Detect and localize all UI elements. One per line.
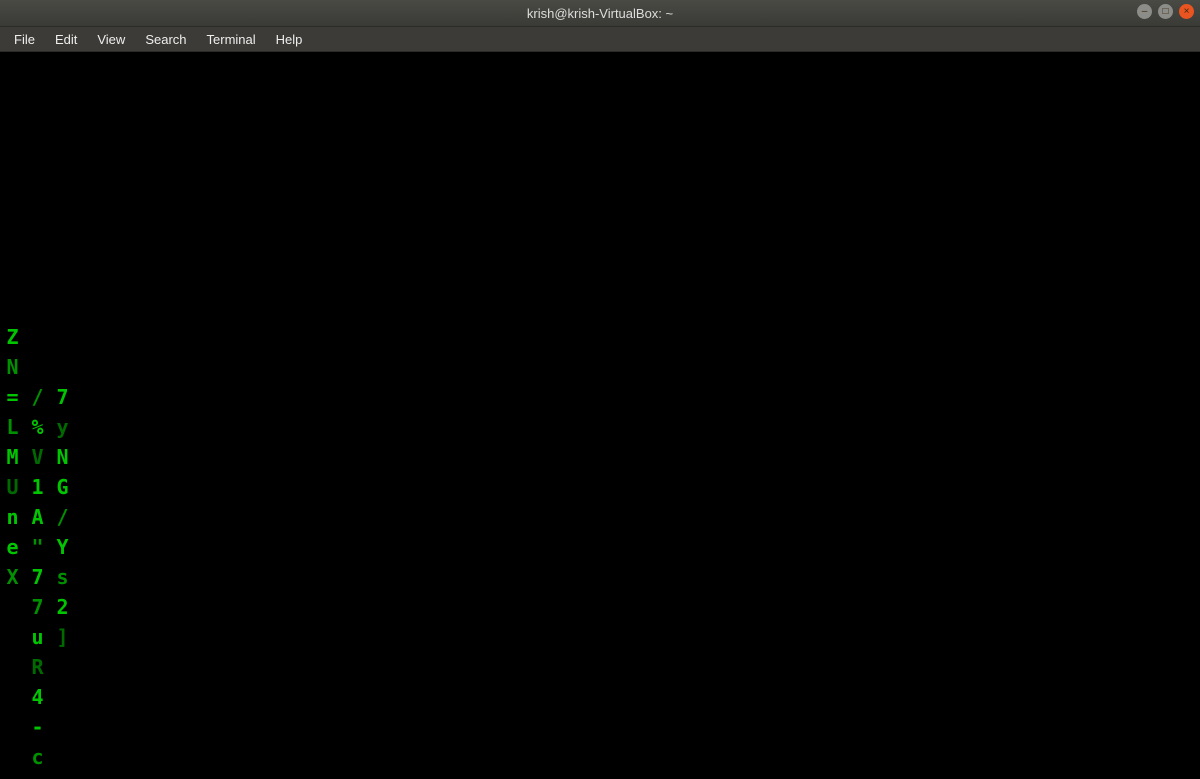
- matrix-char: y: [50, 412, 75, 442]
- matrix-char: X: [0, 562, 25, 592]
- matrix-char: 7: [50, 382, 75, 412]
- matrix-char: -: [25, 712, 50, 742]
- matrix-char: Z: [0, 322, 25, 352]
- matrix-char: G: [50, 472, 75, 502]
- matrix-char: ]: [50, 622, 75, 652]
- matrix-char: 7: [25, 592, 50, 622]
- matrix-char: M: [0, 442, 25, 472]
- matrix-char: N: [50, 442, 75, 472]
- matrix-char: /: [25, 382, 50, 412]
- matrix-char: 1: [25, 472, 50, 502]
- matrix-char: 7: [25, 562, 50, 592]
- matrix-char: U: [0, 472, 25, 502]
- menu-bar: File Edit View Search Terminal Help: [0, 27, 1200, 52]
- minimize-button[interactable]: –: [1137, 4, 1152, 19]
- matrix-char: u: [25, 622, 50, 652]
- menu-search[interactable]: Search: [135, 30, 196, 49]
- matrix-char: s: [50, 562, 75, 592]
- window-buttons: – □ ×: [1137, 4, 1194, 19]
- menu-file[interactable]: File: [4, 30, 45, 49]
- menu-edit[interactable]: Edit: [45, 30, 87, 49]
- menu-terminal[interactable]: Terminal: [197, 30, 266, 49]
- matrix-char: V: [25, 442, 50, 472]
- menu-help[interactable]: Help: [266, 30, 313, 49]
- matrix-char: ": [25, 532, 50, 562]
- matrix-char: %: [25, 412, 50, 442]
- matrix-char: L: [0, 412, 25, 442]
- matrix-char: 4: [25, 682, 50, 712]
- close-button[interactable]: ×: [1179, 4, 1194, 19]
- matrix-char: c: [25, 742, 50, 772]
- matrix-char: =: [0, 382, 25, 412]
- matrix-char: Y: [50, 532, 75, 562]
- matrix-char: /: [50, 502, 75, 532]
- terminal-window: krish@krish-VirtualBox: ~ – □ × File Edi…: [0, 0, 1200, 779]
- title-bar: krish@krish-VirtualBox: ~ – □ ×: [0, 0, 1200, 27]
- maximize-button[interactable]: □: [1158, 4, 1173, 19]
- matrix-char: e: [0, 532, 25, 562]
- matrix-char: A: [25, 502, 50, 532]
- matrix-char: R: [25, 652, 50, 682]
- window-title: krish@krish-VirtualBox: ~: [527, 6, 673, 21]
- matrix-char: n: [0, 502, 25, 532]
- matrix-char: N: [0, 352, 25, 382]
- menu-view[interactable]: View: [87, 30, 135, 49]
- terminal-area[interactable]: ZN=/7L%yMVNU1GnA/e"YX7s72u]R4-c: [0, 52, 1200, 779]
- matrix-char: 2: [50, 592, 75, 622]
